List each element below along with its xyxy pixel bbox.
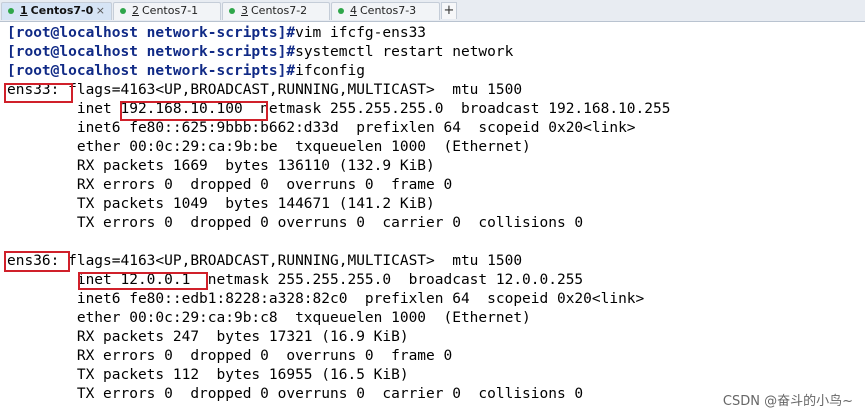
new-tab-button[interactable]: + — [441, 2, 457, 19]
tab-number: 3 — [241, 4, 248, 17]
tab-centos7-2[interactable]: 3 Centos7-2 — [222, 2, 330, 20]
output-line: ens36: flags=4163<UP,BROADCAST,RUNNING,M… — [7, 253, 523, 269]
shell-prompt: [root@localhost network-scripts]# — [7, 25, 296, 41]
command-line: [root@localhost network-scripts]#systemc… — [7, 43, 865, 62]
connected-status-icon — [120, 8, 126, 14]
tab-bar: 1 Centos7-0 × 2 Centos7-1 3 Centos7-2 4 Cent… — [0, 0, 865, 22]
tab-number: 4 — [350, 4, 357, 17]
command-line: [root@localhost network-scripts]#ifconfi… — [7, 62, 865, 81]
output-line: RX packets 1669 bytes 136110 (132.9 KiB) — [7, 158, 435, 174]
output-line: RX errors 0 dropped 0 overruns 0 frame 0 — [7, 177, 453, 193]
connected-status-icon — [338, 8, 344, 14]
tab-centos7-1[interactable]: 2 Centos7-1 — [113, 2, 221, 20]
output-line: inet6 fe80::625:9bbb:b662:d33d prefixlen… — [7, 120, 636, 136]
watermark: CSDN @奋斗的小鸟~ — [722, 394, 853, 409]
connected-status-icon — [8, 8, 14, 14]
command-text: vim ifcfg-ens33 — [295, 25, 427, 41]
tab-number: 1 — [20, 4, 28, 17]
highlight-box-ens33-ip — [120, 101, 268, 121]
highlight-box-ens33-name — [4, 83, 73, 103]
shell-prompt: [root@localhost network-scripts]# — [7, 63, 296, 79]
tab-centos7-3[interactable]: 4 Centos7-3 — [331, 2, 440, 20]
output-line: inet6 fe80::edb1:8228:a328:82c0 prefixle… — [7, 291, 645, 307]
command-text: systemctl restart network — [295, 44, 514, 60]
tab-label: Centos7-1 — [142, 4, 199, 17]
output-line: RX packets 247 bytes 17321 (16.9 KiB) — [7, 329, 409, 345]
close-icon[interactable]: × — [96, 3, 105, 19]
shell-prompt: [root@localhost network-scripts]# — [7, 44, 296, 60]
output-line: TX packets 112 bytes 16955 (16.5 KiB) — [7, 367, 409, 383]
output-line: TX errors 0 dropped 0 overruns 0 carrier… — [7, 215, 584, 231]
command-line: [root@localhost network-scripts]#vim ifc… — [7, 24, 865, 43]
tab-centos7-0[interactable]: 1 Centos7-0 × — [1, 2, 112, 20]
connected-status-icon — [229, 8, 235, 14]
output-line: TX packets 1049 bytes 144671 (141.2 KiB) — [7, 196, 435, 212]
highlight-box-ens36-name — [4, 251, 70, 272]
tab-label: Centos7-3 — [360, 4, 417, 17]
terminal-output[interactable]: [root@localhost network-scripts]#vim ifc… — [7, 24, 865, 416]
tab-number: 2 — [132, 4, 139, 17]
tab-label: Centos7-2 — [251, 4, 308, 17]
highlight-box-ens36-ip — [78, 272, 208, 290]
tab-label: Centos7-0 — [30, 4, 94, 17]
output-line: RX errors 0 dropped 0 overruns 0 frame 0 — [7, 348, 453, 364]
output-line: ether 00:0c:29:ca:9b:be txqueuelen 1000 … — [7, 139, 531, 155]
output-line: ether 00:0c:29:ca:9b:c8 txqueuelen 1000 … — [7, 310, 531, 326]
command-text: ifconfig — [295, 63, 365, 79]
output-line: ens33: flags=4163<UP,BROADCAST,RUNNING,M… — [7, 82, 523, 98]
